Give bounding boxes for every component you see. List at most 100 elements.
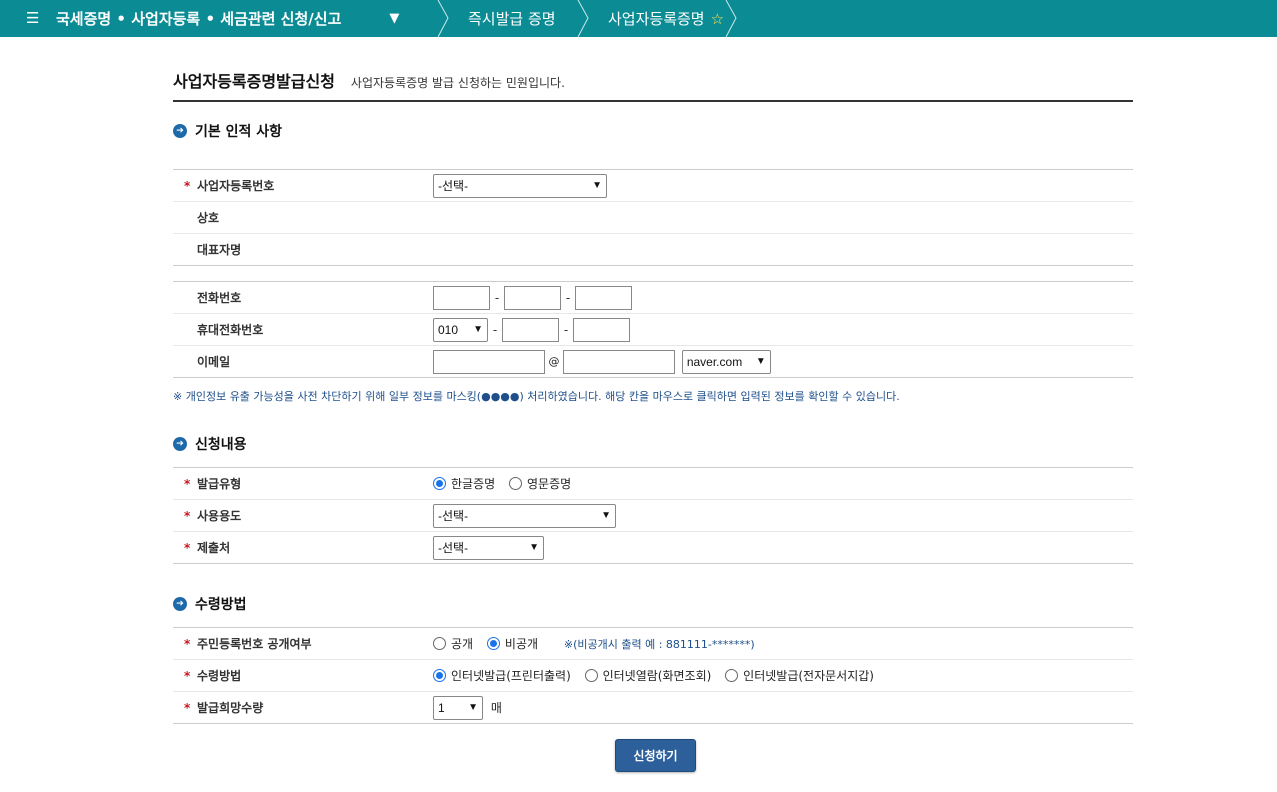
radio-rrn-private-label: 비공개 — [504, 637, 539, 651]
quantity-selected: 1 — [438, 700, 445, 715]
mobile-field-3[interactable] — [573, 317, 630, 342]
name-label-cell: 상호 — [173, 201, 423, 234]
required-mark: * — [184, 509, 191, 523]
email-domain-field[interactable] — [563, 349, 675, 374]
biz-no-selected: -선택- — [438, 179, 469, 193]
mobile-prefix-select[interactable]: 010 ▼ — [433, 317, 488, 342]
nav-main-category[interactable]: 국세증명 • 사업자등록 • 세금관련 신청/신고 ▼ — [56, 0, 436, 37]
radio-method-wallet[interactable]: 인터넷발급(전자문서지갑) — [725, 667, 874, 684]
basic-info-table: * 사업자등록번호 -선택- ▼ 상호 대표자명 — [173, 169, 1133, 266]
radio-unchecked-icon[interactable] — [509, 477, 522, 490]
radio-unchecked-icon[interactable] — [725, 669, 739, 682]
qty-label-cell: * 발급희망수량 — [173, 691, 423, 724]
qty-value-cell: 1 ▼ 매 — [423, 692, 1133, 724]
submit-to-value-cell: -선택- ▼ — [423, 532, 1133, 564]
radio-checked-icon[interactable] — [433, 669, 446, 682]
issue-type-label: 발급유형 — [197, 477, 242, 491]
dash-separator: - — [494, 290, 500, 305]
required-mark: * — [184, 637, 191, 651]
star-icon[interactable]: ☆ — [711, 10, 724, 28]
biz-no-select[interactable]: -선택- ▼ — [433, 173, 607, 198]
main-content: 사업자등록증명발급신청 사업자등록증명 발급 신청하는 민원입니다. ➔ 기본 … — [173, 62, 1133, 724]
breadcrumb-separator-icon — [724, 0, 738, 37]
required-mark: * — [184, 477, 191, 491]
required-mark: * — [184, 179, 191, 193]
radio-rrn-public[interactable]: 공개 — [433, 635, 473, 652]
dash-separator: - — [563, 322, 569, 337]
mobile-prefix-selected: 010 — [438, 322, 459, 337]
radio-checked-icon[interactable] — [433, 477, 446, 490]
radio-method-print-label: 인터넷발급(프린터출력) — [451, 669, 571, 683]
table-row: * 수령방법 인터넷발급(프린터출력) 인터넷열람(화면조회) 인터넷발급(전자문… — [173, 659, 1133, 692]
chevron-down-icon[interactable]: ▼ — [389, 11, 399, 26]
quantity-label: 발급희망수량 — [197, 701, 264, 715]
breadcrumb-separator-icon — [576, 0, 590, 37]
submit-to-select[interactable]: -선택- ▼ — [433, 535, 544, 560]
radio-english-label: 영문증명 — [527, 477, 572, 491]
email-domain-select[interactable]: naver.com ▼ — [681, 349, 771, 374]
radio-method-print[interactable]: 인터넷발급(프린터출력) — [433, 667, 571, 684]
arrow-right-circle-icon: ➔ — [173, 597, 187, 611]
rep-label-cell: 대표자명 — [173, 233, 423, 266]
top-nav-bar: ☰ 국세증명 • 사업자등록 • 세금관련 신청/신고 ▼ 즉시발급 증명 사업… — [0, 0, 1277, 37]
breadcrumb-separator-icon — [436, 0, 450, 37]
mobile-field-2[interactable] — [502, 317, 559, 342]
radio-korean[interactable]: 한글증명 — [433, 475, 495, 492]
method-label-cell: * 수령방법 — [173, 659, 423, 692]
required-mark: * — [184, 701, 191, 715]
phone-field-3[interactable] — [575, 285, 632, 310]
chevron-down-icon: ▼ — [473, 324, 483, 335]
table-row: 전화번호 - - — [173, 281, 1133, 314]
nav-crumb-current: 사업자등록증명 ☆ — [590, 0, 724, 37]
type-value-cell: 한글증명 영문증명 — [423, 467, 1133, 500]
method-value-cell: 인터넷발급(프린터출력) 인터넷열람(화면조회) 인터넷발급(전자문서지갑) — [423, 659, 1133, 692]
purpose-label: 사용용도 — [197, 509, 242, 523]
quantity-unit: 매 — [490, 701, 502, 715]
chevron-down-icon: ▼ — [601, 510, 611, 521]
radio-method-wallet-label: 인터넷발급(전자문서지갑) — [743, 669, 874, 683]
at-sign: @ — [548, 355, 560, 368]
table-row: * 발급유형 한글증명 영문증명 — [173, 467, 1133, 500]
table-row: * 주민등록번호 공개여부 공개 비공개 ※(비공개시 출력 예 : 881111… — [173, 627, 1133, 660]
nav-crumb-instant[interactable]: 즉시발급 증명 — [450, 0, 576, 37]
quantity-select[interactable]: 1 ▼ — [433, 695, 483, 720]
dash-separator: - — [492, 322, 498, 337]
email-id-field[interactable] — [433, 349, 545, 374]
submit-to-label-cell: * 제출처 — [173, 531, 423, 564]
nav-crumb2-label: 즉시발급 증명 — [468, 10, 556, 28]
submit-to-label: 제출처 — [197, 541, 231, 555]
purpose-label-cell: * 사용용도 — [173, 499, 423, 532]
radio-rrn-private[interactable]: 비공개 — [486, 635, 539, 652]
radio-checked-icon[interactable] — [486, 637, 500, 650]
chevron-down-icon: ▼ — [468, 702, 478, 713]
biz-no-label-cell: * 사업자등록번호 — [173, 169, 423, 202]
radio-unchecked-icon[interactable] — [433, 637, 446, 650]
privacy-note: ※ 개인정보 유출 가능성을 사전 차단하기 위해 일부 정보를 마스킹(●●●… — [173, 390, 900, 403]
section-request: ➔ 신청내용 — [173, 434, 1133, 454]
dash-separator: - — [565, 290, 571, 305]
rrn-disclosure-label: 주민등록번호 공개여부 — [197, 637, 312, 651]
purpose-select[interactable]: -선택- ▼ — [433, 503, 616, 528]
section-basic-info: ➔ 기본 인적 사항 — [173, 121, 1133, 141]
request-table: * 발급유형 한글증명 영문증명 * 사용용도 -선택- ▼ * 제출처 -선택- ▼ — [173, 467, 1133, 564]
page-header: 사업자등록증명발급신청 사업자등록증명 발급 신청하는 민원입니다. — [173, 62, 1133, 102]
type-label-cell: * 발급유형 — [173, 467, 423, 500]
menu-icon[interactable]: ☰ — [26, 11, 44, 26]
phone-field-1[interactable] — [433, 285, 490, 310]
radio-korean-label: 한글증명 — [451, 477, 496, 491]
representative-value — [423, 234, 1133, 266]
required-mark: * — [184, 669, 191, 683]
rrn-label-cell: * 주민등록번호 공개여부 — [173, 627, 423, 660]
table-row: 대표자명 — [173, 233, 1133, 266]
mobile-value-cell: 010 ▼ - - — [423, 313, 1133, 346]
radio-english[interactable]: 영문증명 — [509, 475, 571, 492]
phone-field-2[interactable] — [504, 285, 561, 310]
business-name-value — [423, 201, 1133, 234]
nav-crumb3-label: 사업자등록증명 — [608, 10, 705, 28]
email-value-cell: @ naver.com ▼ — [423, 346, 1133, 378]
radio-unchecked-icon[interactable] — [584, 669, 598, 682]
radio-method-view[interactable]: 인터넷열람(화면조회) — [584, 667, 711, 684]
submit-button[interactable]: 신청하기 — [615, 739, 696, 772]
page-description: 사업자등록증명 발급 신청하는 민원입니다. — [350, 76, 565, 90]
phone-label-cell: 전화번호 — [173, 281, 423, 314]
